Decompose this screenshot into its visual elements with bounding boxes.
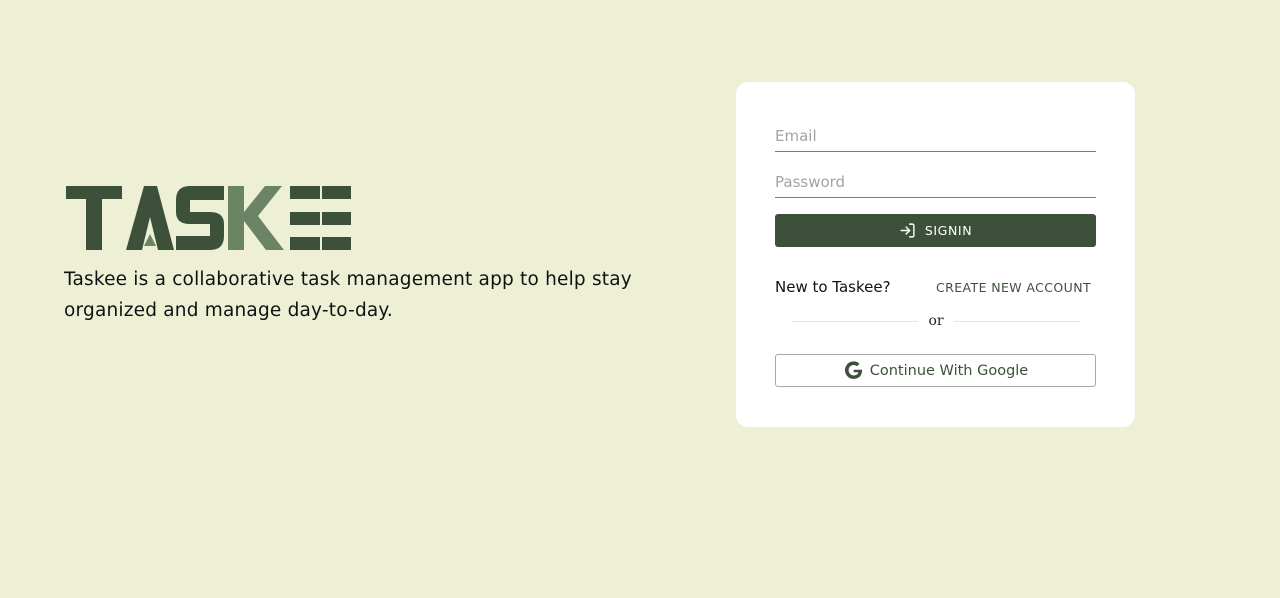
login-card: SIGNIN New to Taskee? CREATE NEW ACCOUNT…: [736, 82, 1135, 427]
google-button-label: Continue With Google: [869, 362, 1029, 379]
create-account-link[interactable]: CREATE NEW ACCOUNT: [936, 280, 1096, 295]
or-divider: or: [792, 311, 1080, 331]
password-field[interactable]: [775, 166, 1096, 198]
brand-tagline: Taskee is a collaborative task managemen…: [64, 269, 632, 321]
divider-line-right: [953, 320, 1080, 322]
new-account-row: New to Taskee? CREATE NEW ACCOUNT: [775, 276, 1096, 298]
google-signin-button[interactable]: Continue With Google: [775, 354, 1096, 387]
hero-section: Taskee is a collaborative task managemen…: [64, 184, 664, 326]
signin-label: SIGNIN: [924, 223, 973, 238]
email-field[interactable]: [775, 120, 1096, 152]
login-icon: [900, 223, 915, 238]
signin-button[interactable]: SIGNIN: [775, 214, 1096, 247]
google-icon: [844, 361, 862, 379]
taskee-logo: [66, 186, 351, 250]
divider-line-left: [792, 320, 919, 322]
or-label: or: [928, 313, 944, 329]
new-account-prompt: New to Taskee?: [775, 278, 891, 296]
